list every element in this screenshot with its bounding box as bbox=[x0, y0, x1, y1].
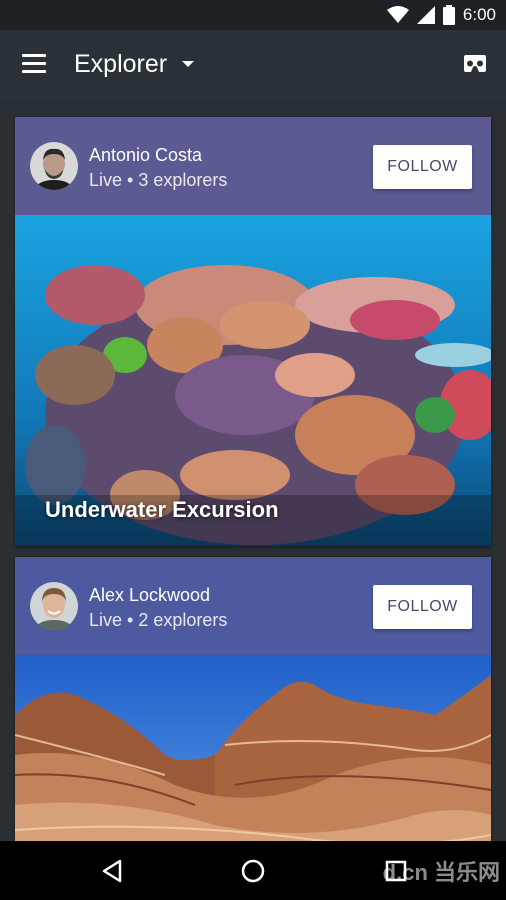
battery-icon bbox=[442, 5, 455, 25]
back-icon[interactable] bbox=[98, 857, 126, 885]
watermark: d.cn 当乐网 bbox=[382, 860, 500, 885]
card-image[interactable]: Underwater Excursion bbox=[15, 215, 491, 546]
card-image[interactable] bbox=[15, 655, 491, 841]
dropdown-arrow-icon[interactable] bbox=[182, 61, 194, 67]
sandstone-wave-image bbox=[15, 655, 491, 841]
live-status: Live • 3 explorers bbox=[89, 170, 228, 190]
status-icons: 6:00 bbox=[386, 4, 496, 26]
explorer-feed[interactable]: Antonio Costa Live • 3 explorers FOLLOW bbox=[0, 100, 506, 841]
avatar[interactable] bbox=[30, 142, 78, 190]
menu-icon[interactable] bbox=[22, 54, 46, 74]
status-clock: 6:00 bbox=[462, 5, 496, 24]
explorer-card[interactable]: Antonio Costa Live • 3 explorers FOLLOW bbox=[15, 117, 491, 546]
card-header: Antonio Costa Live • 3 explorers FOLLOW bbox=[15, 117, 491, 215]
wifi-icon bbox=[386, 6, 409, 23]
system-nav-bar: d.cn 当乐网 bbox=[0, 841, 506, 900]
app-title[interactable]: Explorer bbox=[74, 50, 167, 79]
user-name[interactable]: Alex Lockwood bbox=[89, 585, 210, 606]
app-bar: Explorer bbox=[0, 30, 506, 100]
explorer-card[interactable]: Alex Lockwood Live • 2 explorers FOLLOW bbox=[15, 557, 491, 841]
user-name[interactable]: Antonio Costa bbox=[89, 145, 202, 166]
home-icon[interactable] bbox=[239, 857, 267, 885]
follow-button[interactable]: FOLLOW bbox=[373, 145, 472, 189]
status-bar: 6:00 bbox=[0, 0, 506, 30]
card-header: Alex Lockwood Live • 2 explorers FOLLOW bbox=[15, 557, 491, 655]
live-status: Live • 2 explorers bbox=[89, 610, 228, 630]
excursion-title: Underwater Excursion bbox=[45, 497, 279, 522]
signal-icon bbox=[416, 6, 435, 24]
avatar[interactable] bbox=[30, 582, 78, 630]
follow-button[interactable]: FOLLOW bbox=[373, 585, 472, 629]
vr-headset-icon[interactable] bbox=[462, 54, 488, 74]
